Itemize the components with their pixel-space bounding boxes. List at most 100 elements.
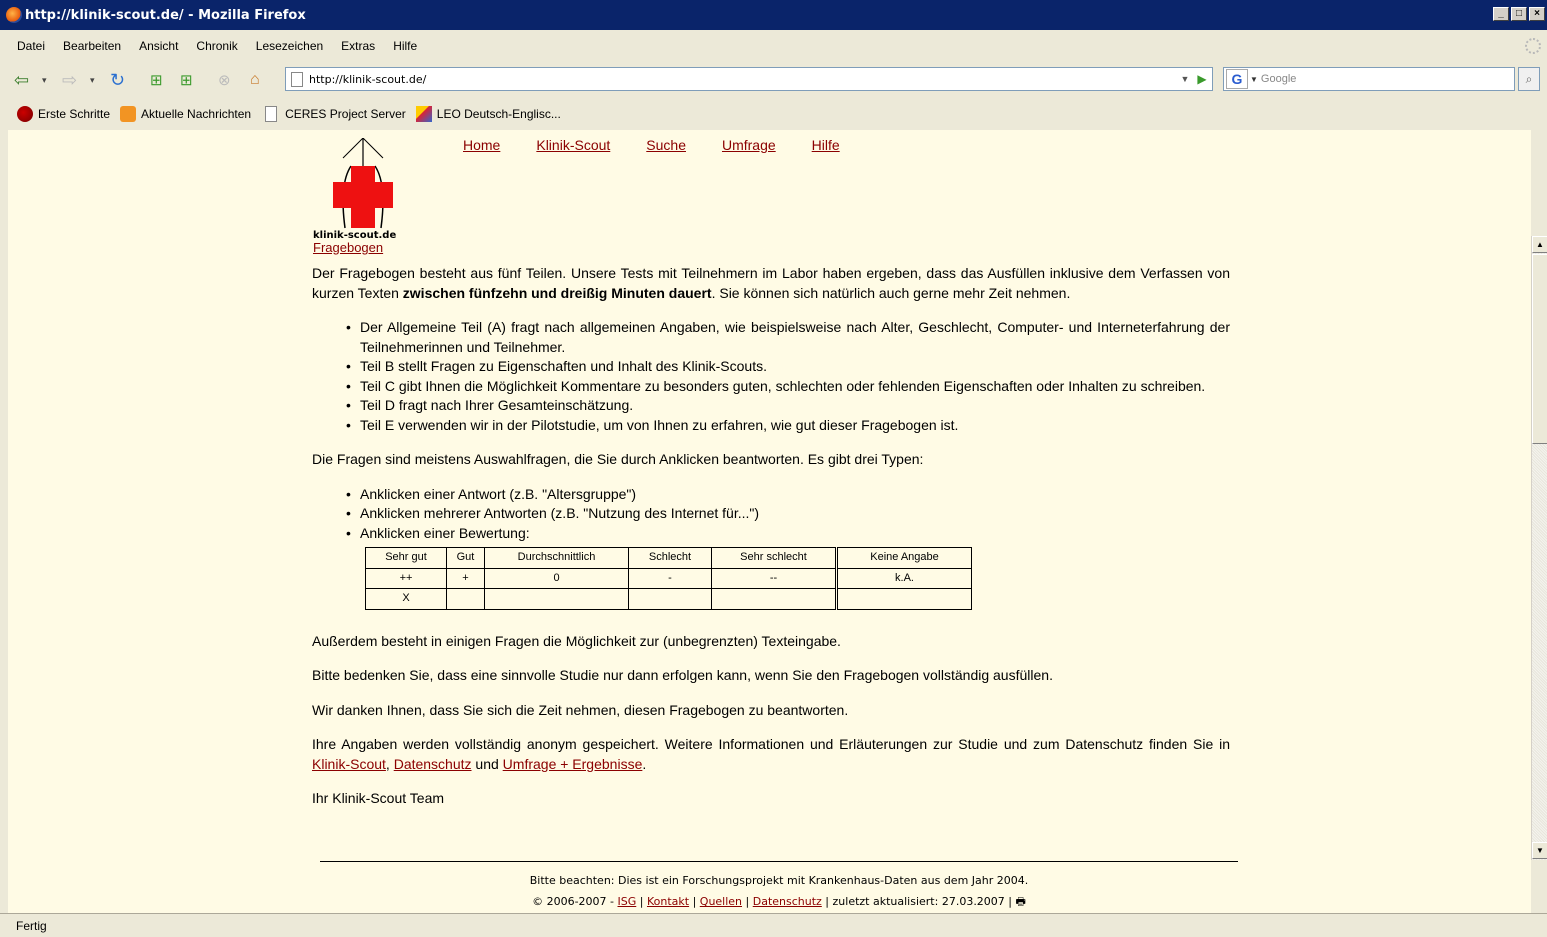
bookmark-aktuelle-nachrichten[interactable]: Aktuelle Nachrichten [120,106,251,122]
nav-hilfe[interactable]: Hilfe [812,137,840,153]
menu-bar: Datei Bearbeiten Ansicht Chronik Lesezei… [0,34,1547,58]
table-cell: 0 [484,567,629,589]
fragebogen-link[interactable]: Fragebogen [313,240,383,255]
footer-link-isg[interactable]: ISG [618,895,637,908]
table-cell [711,588,837,610]
list-item: Anklicken einer Antwort (z.B. "Altersgru… [346,485,1230,505]
table-cell: k.A. [835,567,972,589]
page-icon [265,106,278,122]
stop-icon[interactable]: ⊗ [218,68,231,92]
nav-umfrage[interactable]: Umfrage [722,137,776,153]
go-arrow-icon[interactable]: ▶ [1194,70,1210,88]
window-title: http://klinik-scout.de/ - Mozilla Firefo… [25,7,306,23]
new-window-icon[interactable]: ⊞ [180,68,193,92]
list-item: Teil C gibt Ihnen die Möglichkeit Kommen… [346,377,1230,397]
bookmark-label: Erste Schritte [38,107,111,121]
search-input[interactable]: Google [1261,73,1296,85]
menu-extras[interactable]: Extras [332,39,384,53]
table-cell: - [628,567,712,589]
menu-ansicht[interactable]: Ansicht [130,39,187,53]
table-cell [484,588,629,610]
table-header: Sehr schlecht [711,547,837,569]
close-button[interactable]: × [1529,7,1545,21]
url-text[interactable]: http://klinik-scout.de/ [309,73,426,86]
print-icon[interactable]: 🖶 [1016,895,1026,908]
site-navigation: Home Klinik-Scout Suche Umfrage Hilfe [463,137,840,153]
reload-icon[interactable]: ↻ [110,68,125,92]
table-header: Gut [446,547,485,569]
table-header: Schlecht [628,547,712,569]
parts-list: Der Allgemeine Teil (A) fragt nach allge… [346,318,1230,435]
footer-link-datenschutz[interactable]: Datenschutz [753,895,822,908]
menu-datei[interactable]: Datei [8,39,54,53]
home-icon[interactable]: ⌂ [250,68,260,92]
throbber-icon [1525,38,1541,54]
scroll-up-arrow-icon[interactable]: ▲ [1532,236,1547,253]
bookmark-ceres-project-server[interactable]: CERES Project Server [261,106,406,122]
bookmark-leo[interactable]: LEO Deutsch-Englisc... [415,106,561,122]
list-item: Der Allgemeine Teil (A) fragt nach allge… [346,318,1230,357]
list-item: Anklicken mehrerer Antworten (z.B. "Nutz… [346,504,1230,524]
rating-table: Sehr gut Gut Durchschnittlich Schlecht S… [365,547,972,610]
minimize-button[interactable]: _ [1493,7,1509,21]
signature: Ihr Klinik-Scout Team [312,790,445,806]
page-icon [291,71,303,87]
footer-updated: zuletzt aktualisiert: 27.03.2007 [832,895,1005,908]
bookmark-label: LEO Deutsch-Englisc... [436,107,561,121]
list-item: Anklicken einer Bewertung: [346,524,1230,544]
anon-end: . [642,755,647,772]
table-header: Keine Angabe [835,547,972,569]
footer-link-kontakt[interactable]: Kontakt [647,895,689,908]
anon-text: Ihre Angaben werden vollständig anonym g… [312,736,1230,752]
back-arrow-icon[interactable]: ⇦ [14,68,29,92]
google-engine-icon[interactable]: G [1226,69,1248,89]
complete-paragraph: Bitte bedenken Sie, dass eine sinnvolle … [312,667,1053,683]
forward-arrow-icon[interactable]: ⇨ [62,68,77,92]
table-cell [446,588,485,610]
url-dropdown-icon[interactable]: ▼ [1178,71,1192,87]
page-footer: Bitte beachten: Dies ist ein Forschungsp… [320,861,1238,912]
intro-text-end: . Sie können sich natürlich auch gerne m… [711,284,1071,301]
menu-lesezeichen[interactable]: Lesezeichen [247,39,332,53]
scrollbar-thumb[interactable] [1532,254,1547,444]
menu-hilfe[interactable]: Hilfe [384,39,426,53]
window-title-bar: http://klinik-scout.de/ - Mozilla Firefo… [0,0,1547,30]
footer-link-quellen[interactable]: Quellen [700,895,742,908]
menu-bearbeiten[interactable]: Bearbeiten [54,39,130,53]
footer-divider [320,861,1238,862]
vertical-scrollbar[interactable]: ▲ ▼ [1531,236,1547,860]
link-klinik-scout[interactable]: Klinik-Scout [312,756,386,772]
search-magnifier-icon[interactable]: ⌕ [1518,67,1540,91]
page-content: klinik-scout.de Fragebogen Home Klinik-S… [8,130,1531,913]
footer-copyright: © 2006-2007 - [532,895,614,908]
text-input-paragraph: Außerdem besteht in einigen Fragen die M… [312,632,841,649]
forward-dropdown-icon[interactable]: ▾ [90,68,95,92]
search-engine-dropdown-icon[interactable]: ▼ [1250,75,1258,84]
window-controls: _ □ × [1493,7,1545,21]
url-bar[interactable]: http://klinik-scout.de/ ▼ ▶ [285,67,1213,91]
search-bar[interactable]: G ▼ Google [1223,67,1515,91]
thanks-paragraph: Wir danken Ihnen, dass Sie sich die Zeit… [312,701,849,718]
intro-bold: zwischen fünfzehn und dreißig Minuten da… [402,284,712,301]
nav-suche[interactable]: Suche [646,137,686,153]
back-dropdown-icon[interactable]: ▾ [42,68,47,92]
navigation-toolbar: ⇦ ▾ ⇨ ▾ ↻ ⊞ ⊞ ⊗ ⌂ http://klinik-scout.de… [0,62,1547,98]
maximize-button[interactable]: □ [1511,7,1527,21]
types-intro: Die Fragen sind meistens Auswahlfragen, … [312,451,924,467]
bookmark-label: Aktuelle Nachrichten [141,107,252,121]
new-tab-icon[interactable]: ⊞ [150,68,163,92]
menu-chronik[interactable]: Chronik [187,39,246,53]
leo-icon [415,106,432,122]
site-logo[interactable]: klinik-scout.de Fragebogen [313,138,433,255]
bookmark-erste-schritte[interactable]: Erste Schritte [17,106,110,122]
list-item: Teil D fragt nach Ihrer Gesamteinschätzu… [346,396,1230,416]
link-datenschutz[interactable]: Datenschutz [394,756,472,772]
nav-klinik-scout[interactable]: Klinik-Scout [536,137,610,153]
nav-home[interactable]: Home [463,137,500,153]
scroll-down-arrow-icon[interactable]: ▼ [1532,842,1547,859]
footer-note: Bitte beachten: Dies ist ein Forschungsp… [529,874,1029,887]
anon-separator: , [385,755,390,772]
anon-paragraph: Ihre Angaben werden vollständig anonym g… [312,735,1230,774]
firefox-icon [6,7,22,23]
link-umfrage-ergebnisse[interactable]: Umfrage + Ergebnisse [503,756,643,772]
